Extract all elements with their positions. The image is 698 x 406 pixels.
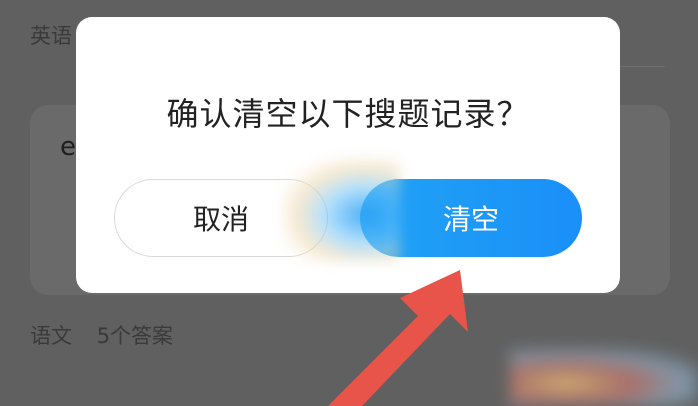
blurred-region: [284, 159, 400, 261]
divider: [620, 66, 665, 67]
answer-count: 5个答案: [96, 324, 174, 348]
subject-label-chinese: 语文 5个答案: [30, 320, 173, 350]
subject-label-english: 英语: [30, 24, 72, 48]
dialog-title: 确认清空以下搜题记录？: [166, 95, 530, 133]
history-card-text: e: [60, 132, 76, 162]
subject-name: 语文: [30, 324, 72, 348]
pointer-arrow-icon: [328, 270, 468, 406]
blurred-watermark: [510, 350, 698, 406]
